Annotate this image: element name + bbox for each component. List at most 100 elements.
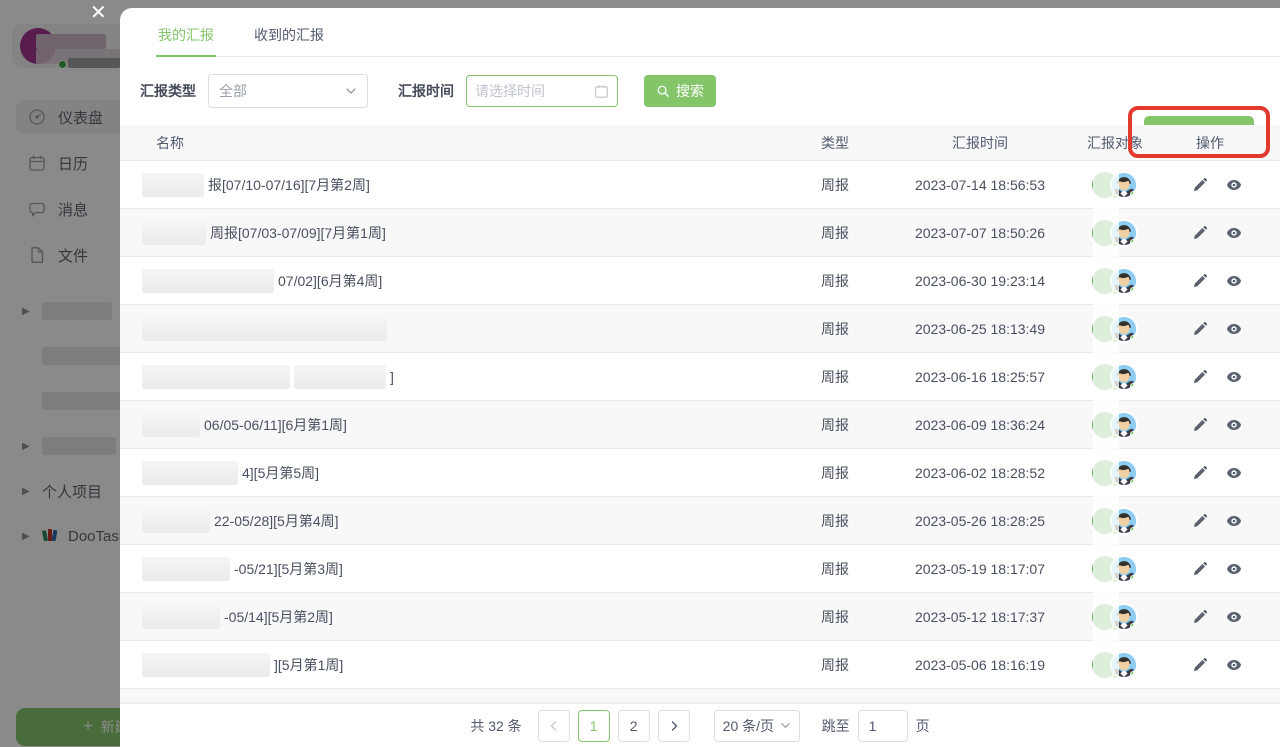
tab-my-reports[interactable]: 我的汇报	[156, 8, 216, 57]
online-status-dot	[1130, 383, 1137, 390]
page-button-1[interactable]: 1	[578, 710, 610, 742]
edit-icon[interactable]	[1192, 369, 1208, 385]
view-icon[interactable]	[1226, 465, 1242, 481]
online-status-dot	[1130, 191, 1137, 198]
search-icon	[656, 84, 670, 98]
online-status-dot	[1130, 623, 1137, 630]
edit-icon[interactable]	[1192, 657, 1208, 673]
report-name-cell: 06/05-06/11][6月第1周]	[120, 413, 760, 437]
report-type-select[interactable]: 全部	[208, 74, 368, 108]
tab-label: 收到的汇报	[254, 25, 324, 45]
table-row[interactable]: 06/05-06/11][6月第1周] 周报 2023-06-09 18:36:…	[120, 401, 1280, 449]
report-type-cell: 周报	[760, 319, 910, 339]
view-icon[interactable]	[1226, 657, 1242, 673]
report-time-cell: 2023-05-12 18:17:37	[910, 609, 1050, 625]
page-size-select[interactable]: 20 条/页	[714, 710, 800, 742]
report-target-cell	[1050, 459, 1180, 487]
view-icon[interactable]	[1226, 369, 1242, 385]
report-target-cell	[1050, 603, 1180, 631]
edit-icon[interactable]	[1192, 177, 1208, 193]
avatar	[1110, 555, 1138, 583]
report-time-datepicker[interactable]	[466, 75, 618, 107]
table-row[interactable]: ][5月第1周] 周报 2023-05-06 18:16:19	[120, 641, 1280, 689]
chevron-down-icon	[345, 85, 357, 97]
edit-icon[interactable]	[1192, 417, 1208, 433]
avatar-group	[1092, 411, 1138, 439]
table-row[interactable]: 周报[07/03-07/09][7月第1周] 周报 2023-07-07 18:…	[120, 209, 1280, 257]
search-button[interactable]: 搜索	[644, 75, 716, 107]
jump-to-label: 跳至	[822, 716, 850, 736]
avatar	[1110, 315, 1138, 343]
view-icon[interactable]	[1226, 513, 1242, 529]
view-icon[interactable]	[1226, 561, 1242, 577]
table-row[interactable]: 报[07/10-07/16][7月第2周] 周报 2023-07-14 18:5…	[120, 161, 1280, 209]
report-name-cell: -05/14][5月第2周]	[120, 605, 760, 629]
report-target-cell	[1050, 411, 1180, 439]
table-row[interactable]: 周报 2023-06-25 18:13:49	[120, 305, 1280, 353]
table-row[interactable]: 4][5月第5周] 周报 2023-06-02 18:28:52	[120, 449, 1280, 497]
report-name-text: 报[07/10-07/16][7月第2周]	[208, 175, 370, 195]
jump-to-input[interactable]	[858, 710, 908, 742]
report-type-cell: 周报	[760, 175, 910, 195]
report-type-cell: 周报	[760, 415, 910, 435]
edit-icon[interactable]	[1192, 225, 1208, 241]
report-name-text: 06/05-06/11][6月第1周]	[204, 415, 347, 435]
table-row[interactable]: 07/02][6月第4周] 周报 2023-06-30 19:23:14	[120, 257, 1280, 305]
edit-icon[interactable]	[1192, 321, 1208, 337]
table-row[interactable]: -05/21][5月第3周] 周报 2023-05-19 18:17:07	[120, 545, 1280, 593]
avatar	[1110, 507, 1138, 535]
report-target-cell	[1050, 171, 1180, 199]
view-icon[interactable]	[1226, 609, 1242, 625]
view-icon[interactable]	[1226, 225, 1242, 241]
report-target-cell	[1050, 507, 1180, 535]
online-status-dot	[1130, 239, 1137, 246]
pagination-bar: 共 32 条 12 20 条/页 跳至 页	[120, 703, 1280, 747]
reports-table: 名称 类型 汇报时间 汇报对象 操作 报[07/10-07/16][7月第2周]…	[120, 125, 1280, 703]
report-time-cell: 2023-06-30 19:23:14	[910, 273, 1050, 289]
table-row[interactable]: -05/14][5月第2周] 周报 2023-05-12 18:17:37	[120, 593, 1280, 641]
report-target-cell	[1050, 267, 1180, 295]
report-target-cell	[1050, 363, 1180, 391]
view-icon[interactable]	[1226, 177, 1242, 193]
edit-icon[interactable]	[1192, 561, 1208, 577]
report-name-cell: 报[07/10-07/16][7月第2周]	[120, 173, 760, 197]
report-name-text: 22-05/28][5月第4周]	[214, 511, 339, 531]
report-name-cell: 07/02][6月第4周]	[120, 269, 760, 293]
tab-label: 我的汇报	[158, 25, 214, 45]
avatar	[1110, 267, 1138, 295]
avatar-group	[1092, 363, 1138, 391]
online-status-dot	[1130, 335, 1137, 342]
online-status-dot	[1130, 671, 1137, 678]
report-name-text: -05/14][5月第2周]	[224, 607, 333, 627]
table-row[interactable]: 22-05/28][5月第4周] 周报 2023-05-26 18:28:25	[120, 497, 1280, 545]
close-icon[interactable]: ✕	[90, 3, 107, 23]
report-time-input[interactable]	[475, 83, 594, 99]
redaction-block	[142, 173, 204, 197]
table-row[interactable]: ] 周报 2023-06-16 18:25:57	[120, 353, 1280, 401]
next-page-button[interactable]	[658, 710, 690, 742]
table-row-partial	[120, 689, 1280, 703]
report-name-cell: -05/21][5月第3周]	[120, 557, 760, 581]
edit-icon[interactable]	[1192, 609, 1208, 625]
edit-icon[interactable]	[1192, 273, 1208, 289]
avatar-group	[1092, 315, 1138, 343]
report-target-cell	[1050, 555, 1180, 583]
prev-page-button[interactable]	[538, 710, 570, 742]
report-name-cell: 周报[07/03-07/09][7月第1周]	[120, 221, 760, 245]
report-name-cell: ]	[120, 365, 760, 389]
reports-modal: 我的汇报 收到的汇报 汇报类型 全部 汇报时间 搜索	[120, 8, 1280, 747]
online-status-dot	[1130, 527, 1137, 534]
tab-received-reports[interactable]: 收到的汇报	[252, 8, 326, 57]
redaction-block	[142, 461, 238, 485]
report-time-cell: 2023-06-02 18:28:52	[910, 465, 1050, 481]
page-button-2[interactable]: 2	[618, 710, 650, 742]
edit-icon[interactable]	[1192, 465, 1208, 481]
avatar-group	[1092, 651, 1138, 679]
report-time-cell: 2023-06-09 18:36:24	[910, 417, 1050, 433]
avatar	[1110, 459, 1138, 487]
report-time-cell: 2023-05-19 18:17:07	[910, 561, 1050, 577]
view-icon[interactable]	[1226, 321, 1242, 337]
view-icon[interactable]	[1226, 417, 1242, 433]
view-icon[interactable]	[1226, 273, 1242, 289]
edit-icon[interactable]	[1192, 513, 1208, 529]
